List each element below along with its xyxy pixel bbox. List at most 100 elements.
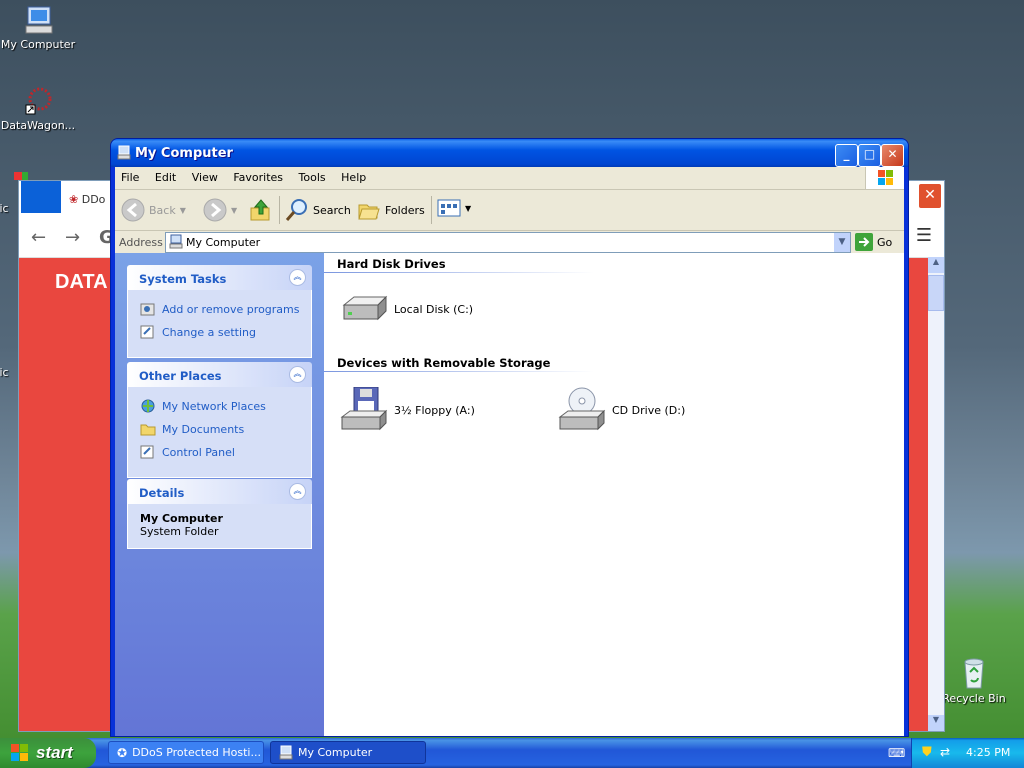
browser-blue-tab [21, 181, 61, 213]
views-button[interactable]: ▼ [437, 198, 471, 218]
change-setting-link[interactable]: Change a setting [140, 324, 301, 340]
desktop-icon-datawagon[interactable]: DataWagon... [0, 85, 76, 132]
scroll-down-icon[interactable]: ▼ [928, 715, 944, 731]
link-label: Add or remove programs [162, 302, 300, 316]
views-icon [437, 199, 461, 217]
browser-app-icon: ✪ [117, 745, 128, 760]
close-button[interactable]: ✕ [881, 144, 904, 167]
content-area: System Tasks ︽ Add or remove programs Ch… [115, 253, 904, 736]
drive-local-disk-c[interactable]: Local Disk (C:) [340, 293, 473, 325]
datawagon-icon [22, 85, 54, 117]
browser-tab-title: DDo [81, 193, 106, 206]
my-computer-window[interactable]: My Computer _ □ ✕ File Edit View Favorit… [111, 139, 908, 736]
folders-button[interactable]: Folders [357, 198, 425, 222]
add-remove-programs-icon [140, 303, 155, 316]
drive-label: 3½ Floppy (A:) [394, 403, 475, 417]
up-folder-button[interactable] [249, 198, 273, 222]
go-label: Go [877, 235, 893, 249]
group-divider [324, 371, 594, 372]
title-bar[interactable]: My Computer _ □ ✕ [111, 139, 908, 167]
other-places-header[interactable]: Other Places ︽ [127, 362, 312, 387]
hamburger-menu-icon[interactable]: ☰ [916, 225, 932, 246]
drive-floppy-a[interactable]: 3½ Floppy (A:) [340, 387, 475, 433]
back-arrow-icon[interactable]: ← [31, 227, 46, 248]
desktop-icon-label: DataWagon... [0, 119, 76, 132]
details-header[interactable]: Details ︽ [127, 479, 312, 504]
link-label: My Network Places [162, 399, 266, 413]
start-label: start [36, 743, 73, 762]
clock[interactable]: 4:25 PM [966, 746, 1010, 759]
taskbar-item-browser[interactable]: ✪ DDoS Protected Hosti... [108, 741, 264, 764]
details-type: System Folder [140, 525, 219, 538]
folder-icon [140, 424, 156, 436]
address-label: Address [119, 236, 163, 249]
system-tasks-header[interactable]: System Tasks ︽ [127, 265, 312, 290]
add-remove-programs-link[interactable]: Add or remove programs [140, 301, 301, 317]
window-title: My Computer [135, 146, 233, 161]
collapse-chevron-icon[interactable]: ︽ [289, 269, 306, 286]
my-network-places-link[interactable]: My Network Places [140, 398, 301, 414]
back-button[interactable]: Back ▼ [121, 198, 186, 222]
chevron-down-icon[interactable]: ▼ [231, 206, 237, 215]
control-panel-icon [140, 445, 154, 459]
panel-title: System Tasks [139, 272, 227, 286]
forward-button[interactable]: ▼ [203, 198, 237, 222]
computer-icon [279, 745, 293, 759]
chevron-down-icon[interactable]: ▼ [834, 233, 850, 252]
back-icon [121, 198, 145, 222]
hard-disk-icon [342, 295, 388, 321]
chevron-down-icon[interactable]: ▼ [465, 204, 471, 213]
collapse-chevron-icon[interactable]: ︽ [289, 366, 306, 383]
toolbar: Back ▼ ▼ Search Folders ▼ [115, 190, 904, 231]
control-panel-icon [140, 325, 154, 339]
search-icon [285, 199, 307, 221]
menu-edit[interactable]: Edit [149, 167, 182, 184]
menu-favorites[interactable]: Favorites [227, 167, 289, 184]
security-shield-icon[interactable]: ⛊ [922, 745, 932, 760]
network-icon[interactable]: ⇄ [940, 745, 950, 759]
scroll-up-icon[interactable]: ▲ [928, 257, 944, 273]
menu-tools[interactable]: Tools [293, 167, 332, 184]
windows-logo-icon [865, 167, 904, 189]
go-button[interactable]: Go [855, 233, 892, 251]
my-documents-link[interactable]: My Documents [140, 421, 301, 437]
details-panel: Details ︽ My Computer System Folder [127, 479, 312, 549]
collapse-chevron-icon[interactable]: ︽ [289, 483, 306, 500]
search-button[interactable]: Search [285, 198, 351, 222]
menu-file[interactable]: File [115, 167, 145, 184]
folders-label: Folders [385, 203, 425, 217]
task-pane: System Tasks ︽ Add or remove programs Ch… [115, 253, 324, 736]
window-body: File Edit View Favorites Tools Help Back… [115, 167, 904, 736]
chevron-down-icon[interactable]: ▼ [180, 206, 186, 215]
menu-bar: File Edit View Favorites Tools Help [115, 167, 904, 190]
menu-help[interactable]: Help [335, 167, 372, 184]
search-label: Search [313, 203, 351, 217]
folders-icon [358, 204, 380, 220]
file-view[interactable]: Hard Disk Drives Local Disk (C:) Devices… [324, 253, 904, 736]
keyboard-icon[interactable]: ⌨ [888, 746, 905, 760]
menu-view[interactable]: View [186, 167, 224, 184]
browser-scrollbar[interactable]: ▲ ▼ [928, 257, 944, 731]
minimize-button[interactable]: _ [835, 144, 858, 167]
maximize-button[interactable]: □ [858, 144, 881, 167]
drive-cd-d[interactable]: CD Drive (D:) [558, 387, 685, 433]
address-field[interactable]: My Computer ▼ [165, 232, 851, 253]
desktop-icon-recycle-bin[interactable]: Recycle Bin [936, 656, 1012, 705]
computer-icon [169, 234, 183, 249]
group-divider [324, 272, 594, 273]
control-panel-link[interactable]: Control Panel [140, 444, 301, 460]
cd-drive-icon [558, 387, 606, 431]
desktop-icon-my-computer[interactable]: My Computer [0, 4, 76, 51]
window-computer-icon [117, 145, 131, 164]
other-places-panel: Other Places ︽ My Network Places My Docu… [127, 362, 312, 478]
taskbar-item-my-computer[interactable]: My Computer [270, 741, 426, 764]
start-button[interactable]: start [0, 738, 96, 768]
browser-close-button[interactable]: ✕ [918, 183, 942, 209]
scroll-thumb[interactable] [928, 275, 944, 311]
recycle-bin-icon [958, 656, 990, 690]
back-label: Back [149, 203, 176, 217]
go-arrow-icon [855, 233, 873, 251]
taskbar: start ✪ DDoS Protected Hosti... My Compu… [0, 738, 1024, 768]
drive-label: Local Disk (C:) [394, 302, 474, 316]
forward-arrow-icon[interactable]: → [65, 227, 80, 248]
